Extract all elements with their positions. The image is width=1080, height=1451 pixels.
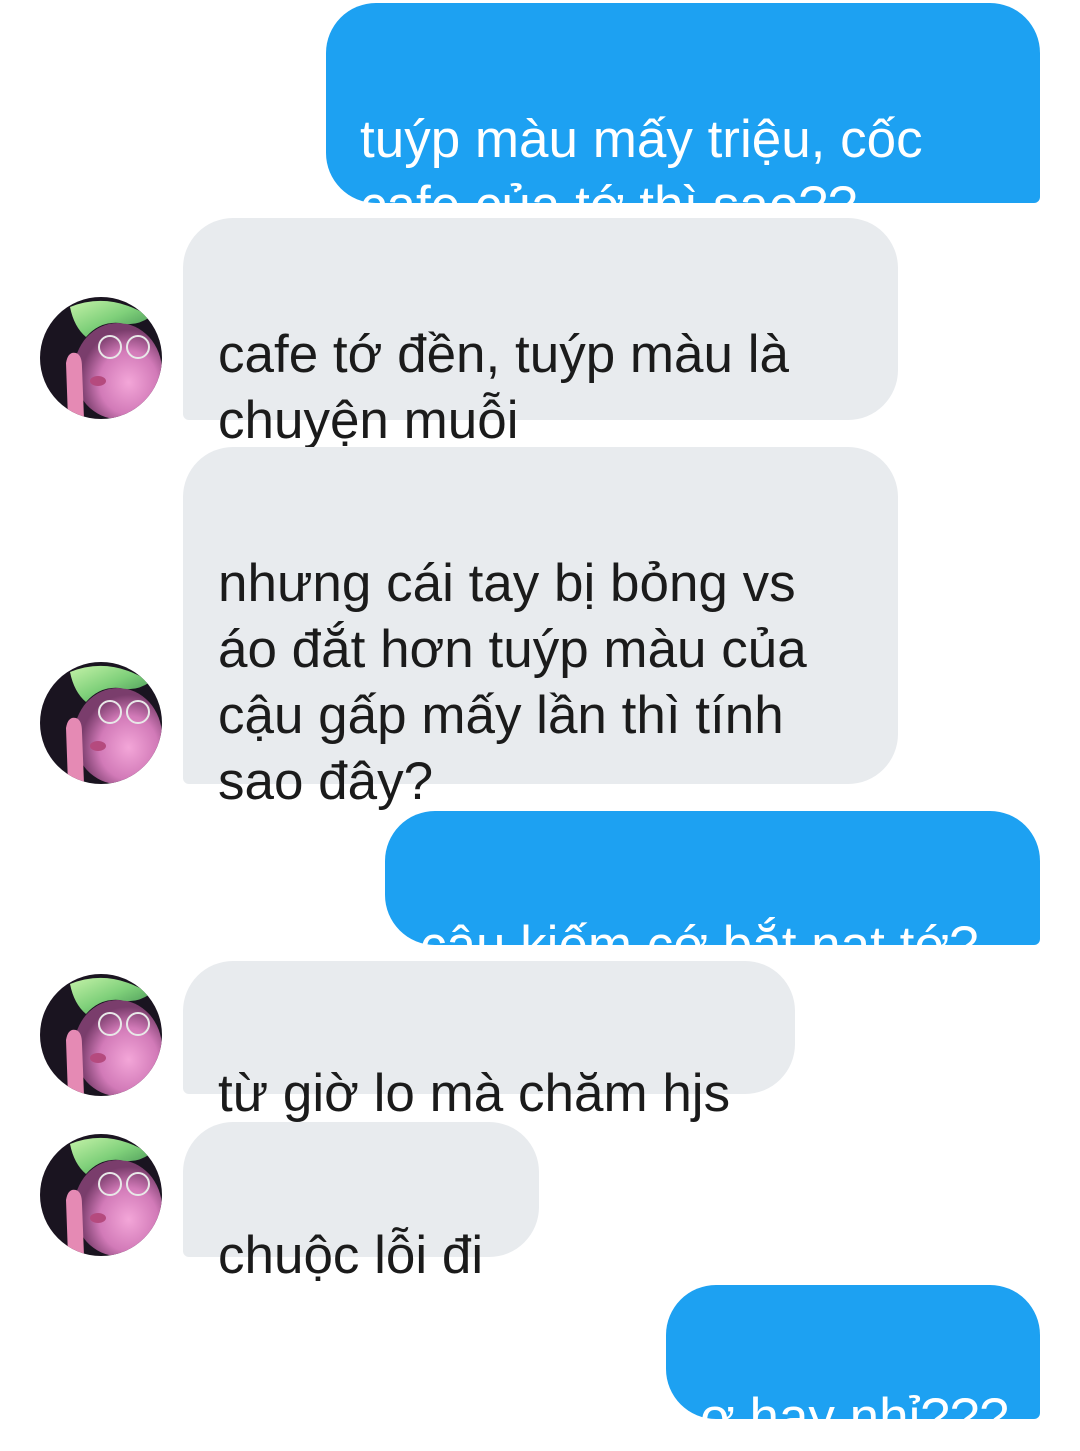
avatar-photo-icon: [40, 1134, 162, 1256]
avatar-photo-icon: [40, 974, 162, 1096]
message-bubble-received[interactable]: nhưng cái tay bị bỏng vs áo đắt hơn tuýp…: [183, 447, 898, 811]
contact-avatar[interactable]: [40, 1134, 162, 1256]
message-bubble-received[interactable]: từ giờ lo mà chăm hjs: [183, 961, 795, 1123]
message-text: tuýp màu mấy triệu, cốc cafe của tớ thì …: [360, 110, 923, 235]
contact-avatar[interactable]: [40, 297, 162, 419]
contact-avatar[interactable]: [40, 662, 162, 784]
message-bubble-received[interactable]: chuộc lỗi đi: [183, 1122, 539, 1285]
message-bubble-sent[interactable]: tuýp màu mấy triệu, cốc cafe của tớ thì …: [326, 3, 1040, 235]
avatar-photo-icon: [40, 297, 162, 419]
message-bubble-received[interactable]: cafe tớ đền, tuýp màu là chuyện muỗi: [183, 218, 898, 450]
message-bubble-sent[interactable]: ơ hay nhỉ???: [666, 1285, 1040, 1447]
message-text: nhưng cái tay bị bỏng vs áo đắt hơn tuýp…: [218, 554, 807, 811]
avatar-photo-icon: [40, 662, 162, 784]
message-text: cafe tớ đền, tuýp màu là chuyện muỗi: [218, 325, 789, 450]
message-text: từ giờ lo mà chăm hjs: [218, 1064, 731, 1123]
message-bubble-sent[interactable]: cậu kiếm cớ bắt nạt tớ?: [385, 811, 1040, 975]
message-text: chuộc lỗi đi: [218, 1226, 484, 1285]
message-text: ơ hay nhỉ???: [700, 1388, 1009, 1447]
contact-avatar[interactable]: [40, 974, 162, 1096]
